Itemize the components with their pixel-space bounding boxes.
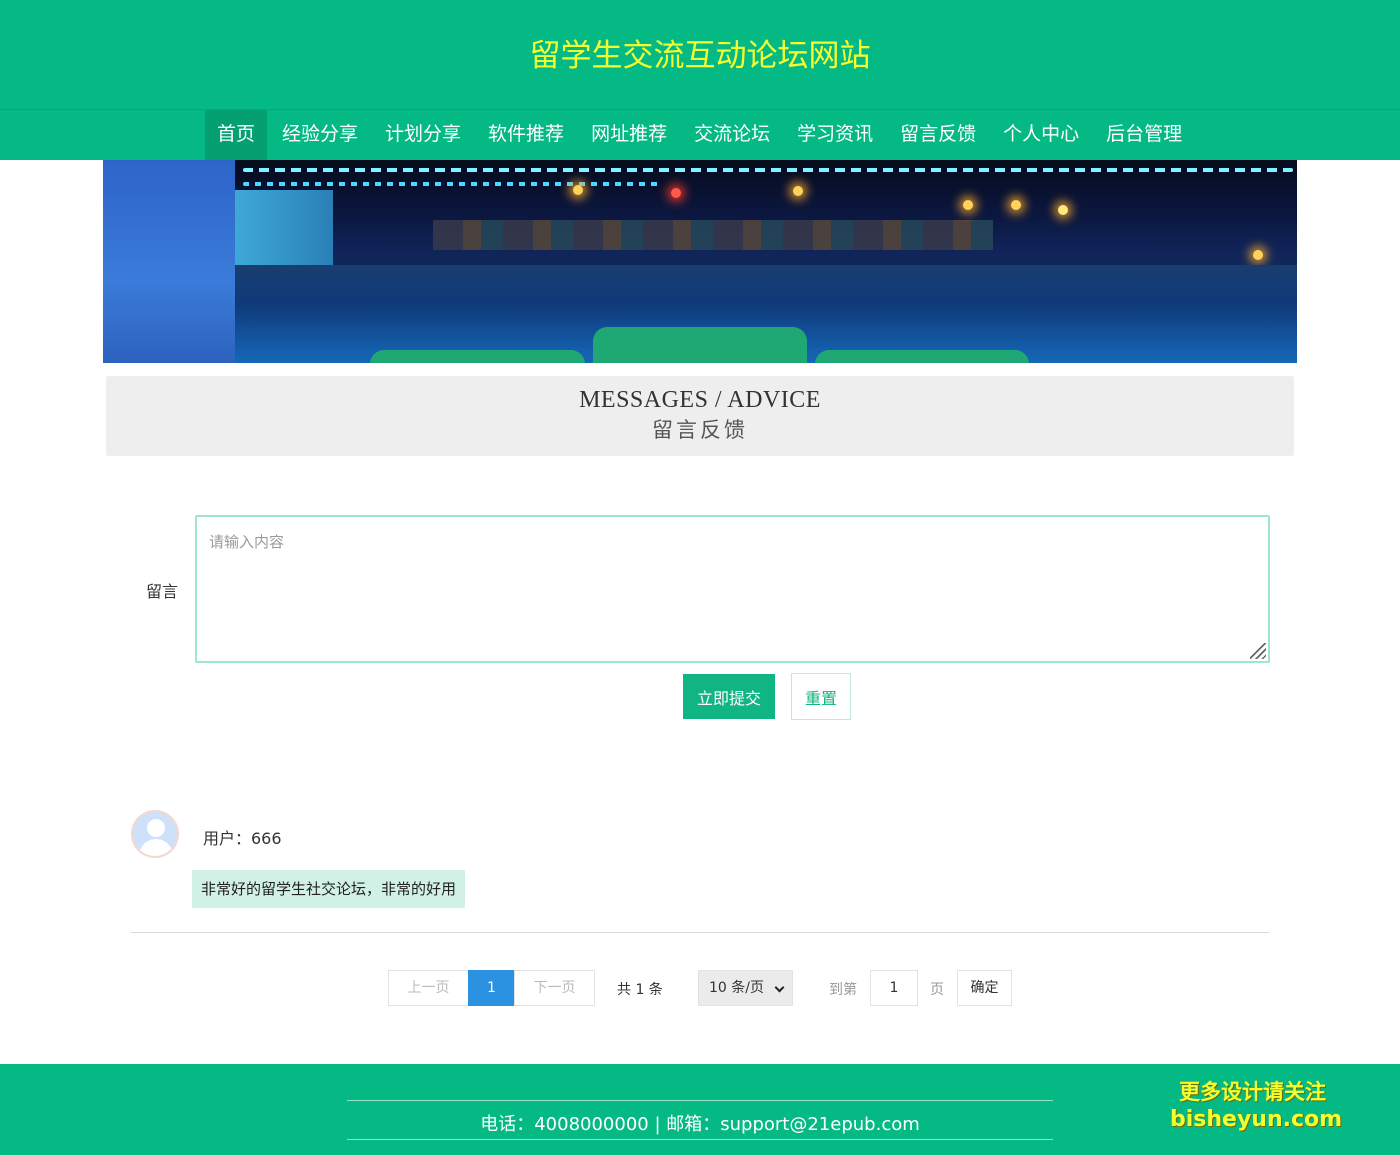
user-avatar-body — [139, 839, 173, 856]
banner-image — [103, 160, 1297, 363]
avatar — [131, 810, 179, 858]
page: 留学生交流互动论坛网站 首页 经验分享 计划分享 软件推荐 网址推荐 交流论坛 … — [0, 0, 1400, 1155]
pagination-next-button[interactable]: 下一页 — [514, 970, 595, 1006]
list-divider — [131, 932, 1269, 933]
message-username: 用户：666 — [203, 829, 282, 848]
pagination-goto-label: 到第 — [829, 982, 857, 998]
section-title-en: MESSAGES / ADVICE — [579, 387, 821, 413]
banner-street-light — [1011, 200, 1021, 210]
banner-street-light — [671, 188, 681, 198]
banner-tab-left — [370, 350, 585, 363]
banner-street-light — [1253, 250, 1263, 260]
nav-item-personal-center[interactable]: 个人中心 — [991, 110, 1091, 160]
submit-button[interactable]: 立即提交 — [683, 674, 775, 719]
pagination-current-page[interactable]: 1 — [468, 970, 515, 1006]
user-avatar-icon — [147, 819, 165, 837]
resize-grip-icon[interactable] — [1250, 643, 1266, 659]
watermark-line1: 更多设计请关注 — [1179, 1080, 1326, 1104]
nav-item-software-recommend[interactable]: 软件推荐 — [476, 110, 576, 160]
watermark: 更多设计请关注 bisheyun.com — [1170, 1078, 1343, 1134]
message-content: 非常好的留学生社交论坛，非常的好用 — [192, 870, 466, 908]
pagination-prev-button[interactable]: 上一页 — [388, 970, 469, 1006]
site-header: 留学生交流互动论坛网站 — [0, 0, 1400, 110]
nav-item-plan-share[interactable]: 计划分享 — [373, 110, 473, 160]
reset-button[interactable]: 重置 — [791, 673, 851, 720]
message-textarea[interactable] — [195, 515, 1270, 663]
nav-item-forum[interactable]: 交流论坛 — [682, 110, 782, 160]
watermark-line2: bisheyun.com — [1170, 1107, 1343, 1132]
banner-street-light — [963, 200, 973, 210]
section-title-box: MESSAGES / ADVICE 留言反馈 — [106, 376, 1294, 456]
page-size-value: 10 条/页 — [709, 980, 764, 996]
banner-light-strip — [243, 182, 663, 186]
pagination-confirm-button[interactable]: 确定 — [957, 970, 1012, 1006]
nav-item-home[interactable]: 首页 — [205, 110, 268, 160]
site-title: 留学生交流互动论坛网站 — [529, 38, 871, 74]
pagination-total: 共 1 条 — [617, 982, 663, 998]
banner-tab-right — [815, 350, 1029, 363]
banner-street-light — [1058, 205, 1068, 215]
banner-street-light — [793, 186, 803, 196]
nav-item-website-recommend[interactable]: 网址推荐 — [579, 110, 679, 160]
site-footer: 电话：4008000000 | 邮箱：support@21epub.com 更多… — [0, 1064, 1400, 1155]
nav-item-experience-share[interactable]: 经验分享 — [270, 110, 370, 160]
banner-street-light — [573, 185, 583, 195]
footer-divider-bottom — [347, 1139, 1053, 1140]
pagination-goto-input[interactable]: 1 — [870, 970, 918, 1006]
chevron-down-icon — [774, 982, 785, 993]
banner-sky-panel — [103, 160, 235, 363]
footer-divider-top — [347, 1100, 1053, 1101]
message-label: 留言 — [146, 582, 179, 601]
pagination-page-word: 页 — [930, 982, 944, 998]
nav-item-study-news[interactable]: 学习资讯 — [785, 110, 885, 160]
main-nav: 首页 经验分享 计划分享 软件推荐 网址推荐 交流论坛 学习资讯 留言反馈 个人… — [0, 110, 1400, 160]
banner-tab-center — [593, 327, 807, 363]
nav-item-feedback[interactable]: 留言反馈 — [888, 110, 988, 160]
nav-list: 首页 经验分享 计划分享 软件推荐 网址推荐 交流论坛 学习资讯 留言反馈 个人… — [205, 110, 1197, 160]
banner-building-row — [433, 220, 993, 250]
section-title-cn: 留言反馈 — [652, 418, 748, 442]
pagination-page-size-select[interactable]: 10 条/页 — [698, 970, 793, 1006]
nav-item-admin[interactable]: 后台管理 — [1094, 110, 1194, 160]
banner-light-strip — [243, 168, 1293, 172]
